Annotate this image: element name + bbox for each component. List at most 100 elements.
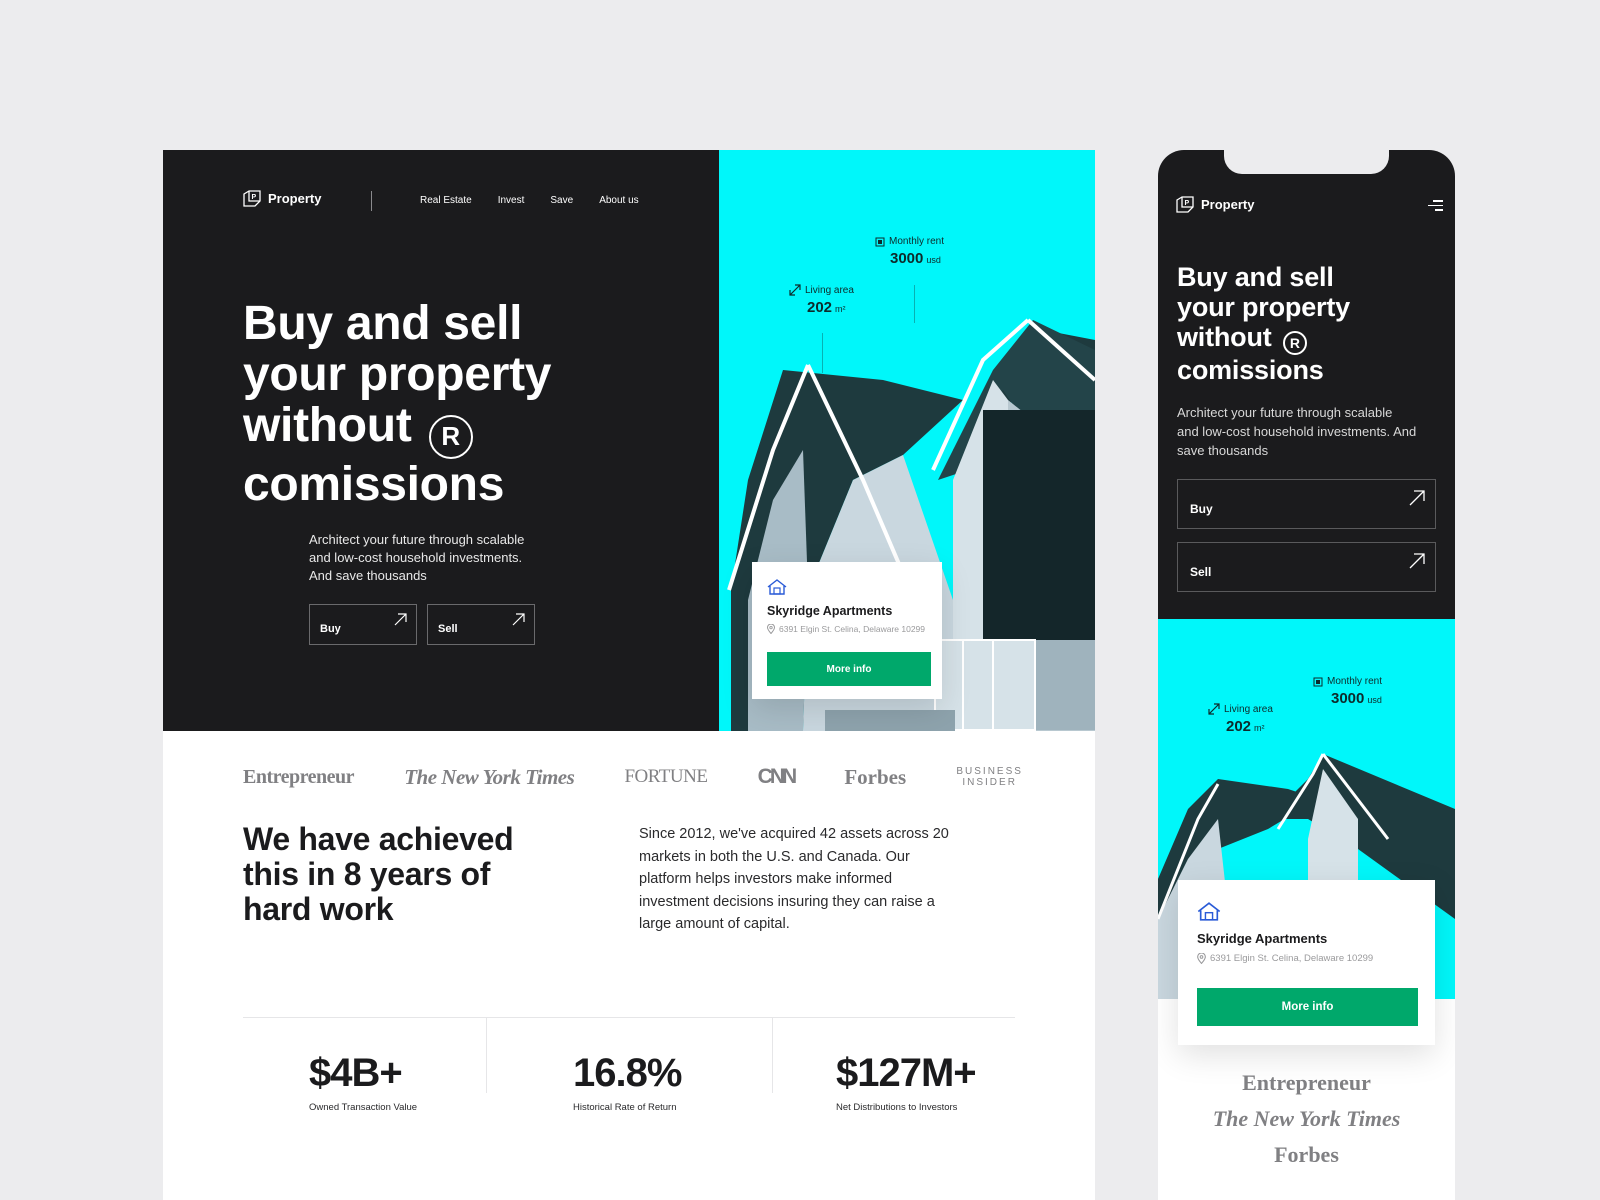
nav-item-about-us[interactable]: About us: [599, 195, 638, 206]
monthly-rent-tag: Monthly rent 3000 usd: [875, 236, 944, 267]
mobile-press-logos: Entrepreneur The New York Times Forbes: [1158, 1070, 1455, 1168]
bi-line-1: BUSINESS: [956, 766, 1023, 777]
mobile-living-area-tag: Living area 202 m²: [1208, 703, 1273, 735]
living-area-tag: Living area 202 m²: [789, 284, 854, 316]
home-icon: [767, 579, 787, 595]
nav-item-invest[interactable]: Invest: [498, 195, 525, 206]
mobile-living-area-label: Living area: [1224, 703, 1273, 715]
arrow-up-right-icon: [1409, 490, 1425, 506]
more-info-button[interactable]: More info: [767, 652, 931, 686]
logo-nyt: The New York Times: [404, 764, 575, 789]
metric-rate-of-return: 16.8% Historical Rate of Return: [573, 1051, 682, 1113]
mobile-sell-button[interactable]: Sell: [1177, 542, 1436, 592]
mobile-hero-title: Buy and sell your property without R com…: [1177, 262, 1447, 385]
mobile-title-line-4: comissions: [1177, 355, 1324, 385]
mobile-living-area-value: 202: [1226, 718, 1252, 735]
mobile-monthly-rent-tag: Monthly rent 3000 usd: [1313, 676, 1382, 707]
mobile-property-card: Skyridge Apartments 6391 Elgin St. Celin…: [1178, 880, 1435, 1045]
svg-text:P: P: [252, 194, 257, 201]
property-address-text: 6391 Elgin St. Celina, Delaware 10299: [779, 624, 926, 634]
area-pointer-line: [822, 333, 823, 373]
hero-section: P Property Real Estate Invest Save About…: [163, 150, 1095, 731]
living-area-unit: m²: [835, 304, 846, 314]
mobile-hero: P Property Buy and sell your property wi…: [1158, 150, 1455, 619]
mobile-buy-button[interactable]: Buy: [1177, 479, 1436, 529]
registered-icon: R: [1282, 331, 1307, 355]
mobile-buy-label: Buy: [1190, 502, 1213, 516]
main-nav: Real Estate Invest Save About us: [420, 195, 639, 206]
logo-entrepreneur: Entrepreneur: [243, 765, 355, 788]
property-address: 6391 Elgin St. Celina, Delaware 10299: [767, 624, 925, 634]
arrow-up-right-icon: [394, 613, 407, 626]
press-logos: Entrepreneur The New York Times FORTUNE …: [243, 762, 1023, 792]
mobile-title-line-3: without: [1177, 322, 1272, 352]
svg-text:P: P: [1185, 200, 1190, 207]
living-area-value: 202: [807, 299, 833, 316]
mobile-sell-label: Sell: [1190, 565, 1212, 579]
metric-value: 16.8%: [573, 1051, 682, 1095]
logo-forbes: Forbes: [844, 764, 907, 789]
metric-caption: Owned Transaction Value: [309, 1102, 418, 1113]
mobile-property-address: 6391 Elgin St. Celina, Delaware 10299: [1197, 953, 1373, 964]
logo-fortune: FORTUNE: [624, 766, 708, 787]
mobile-property-name: Skyridge Apartments: [1197, 931, 1328, 946]
buy-button[interactable]: Buy: [309, 604, 417, 645]
sell-button[interactable]: Sell: [427, 604, 535, 645]
mobile-brand-name: Property: [1201, 197, 1255, 212]
hero-subtitle: Architect your future through scalable a…: [309, 532, 525, 583]
rent-icon: [1313, 677, 1323, 686]
mobile-property-address-text: 6391 Elgin St. Celina, Delaware 10299: [1210, 953, 1374, 964]
mobile-monthly-rent-label: Monthly rent: [1327, 676, 1383, 687]
nav-divider: [371, 191, 372, 211]
nav-item-save[interactable]: Save: [550, 195, 573, 206]
monthly-rent-unit: usd: [926, 255, 941, 265]
mobile-living-area-unit: m²: [1254, 723, 1265, 733]
mobile-more-info-button[interactable]: More info: [1197, 988, 1418, 1026]
buy-button-label: Buy: [320, 623, 341, 635]
mobile-brand-logo[interactable]: P Property: [1176, 196, 1254, 213]
logo-cnn: CNN: [757, 765, 797, 788]
registered-icon: R: [428, 415, 473, 459]
brand-logo[interactable]: P Property: [243, 190, 321, 207]
about-heading: We have achieved this in 8 years of hard…: [243, 821, 514, 927]
hero-title-line-3: without: [243, 399, 412, 452]
metrics-separator-1: [486, 1017, 487, 1093]
arrow-up-right-icon: [1409, 553, 1425, 569]
metric-value: $4B+: [309, 1051, 403, 1095]
hero-title-line-2: your property: [243, 348, 552, 401]
mobile-mockup: P Property Buy and sell your property wi…: [1158, 150, 1455, 1200]
arrow-up-right-icon: [512, 613, 525, 626]
brand-name: Property: [268, 191, 322, 206]
metric-transaction-value: $4B+ Owned Transaction Value: [309, 1053, 417, 1113]
monthly-rent-value: 3000: [890, 250, 924, 267]
home-icon: [1197, 902, 1221, 921]
mobile-logo-entrepreneur: Entrepreneur: [1242, 1070, 1371, 1095]
rent-pointer-line: [914, 285, 915, 323]
hero-title-line-1: Buy and sell: [243, 297, 523, 350]
resize-icon: [1208, 703, 1220, 715]
bi-line-2: INSIDER: [962, 777, 1017, 788]
metrics-separator-2: [772, 1017, 773, 1093]
mobile-logo-nyt: The New York Times: [1212, 1106, 1401, 1131]
monthly-rent-label: Monthly rent: [889, 236, 945, 247]
location-pin-icon: [1197, 953, 1206, 964]
property-name: Skyridge Apartments: [767, 604, 893, 618]
menu-icon[interactable]: [1428, 200, 1443, 214]
property-logo-icon: P: [1176, 196, 1194, 213]
desktop-mockup: P Property Real Estate Invest Save About…: [163, 150, 1095, 1200]
about-body: Since 2012, we've acquired 42 assets acr…: [639, 826, 949, 932]
sell-button-label: Sell: [438, 623, 458, 635]
property-card: Skyridge Apartments 6391 Elgin St. Celin…: [752, 562, 942, 699]
mobile-title-line-1: Buy and sell: [1177, 262, 1334, 292]
metric-caption: Net Distributions to Investors: [836, 1102, 958, 1113]
mobile-logo-forbes: Forbes: [1274, 1142, 1339, 1167]
location-pin-icon: [767, 624, 775, 634]
living-area-label: Living area: [805, 284, 854, 296]
rent-icon: [875, 237, 885, 246]
mobile-monthly-rent-value: 3000: [1331, 690, 1365, 707]
property-logo-icon: P: [243, 190, 261, 207]
mobile-hero-subtitle: Architect your future through scalable a…: [1177, 405, 1417, 458]
nav-item-real-estate[interactable]: Real Estate: [420, 195, 472, 206]
phone-notch: [1224, 150, 1389, 174]
logo-business-insider: BUSINESS INSIDER: [956, 766, 1023, 788]
